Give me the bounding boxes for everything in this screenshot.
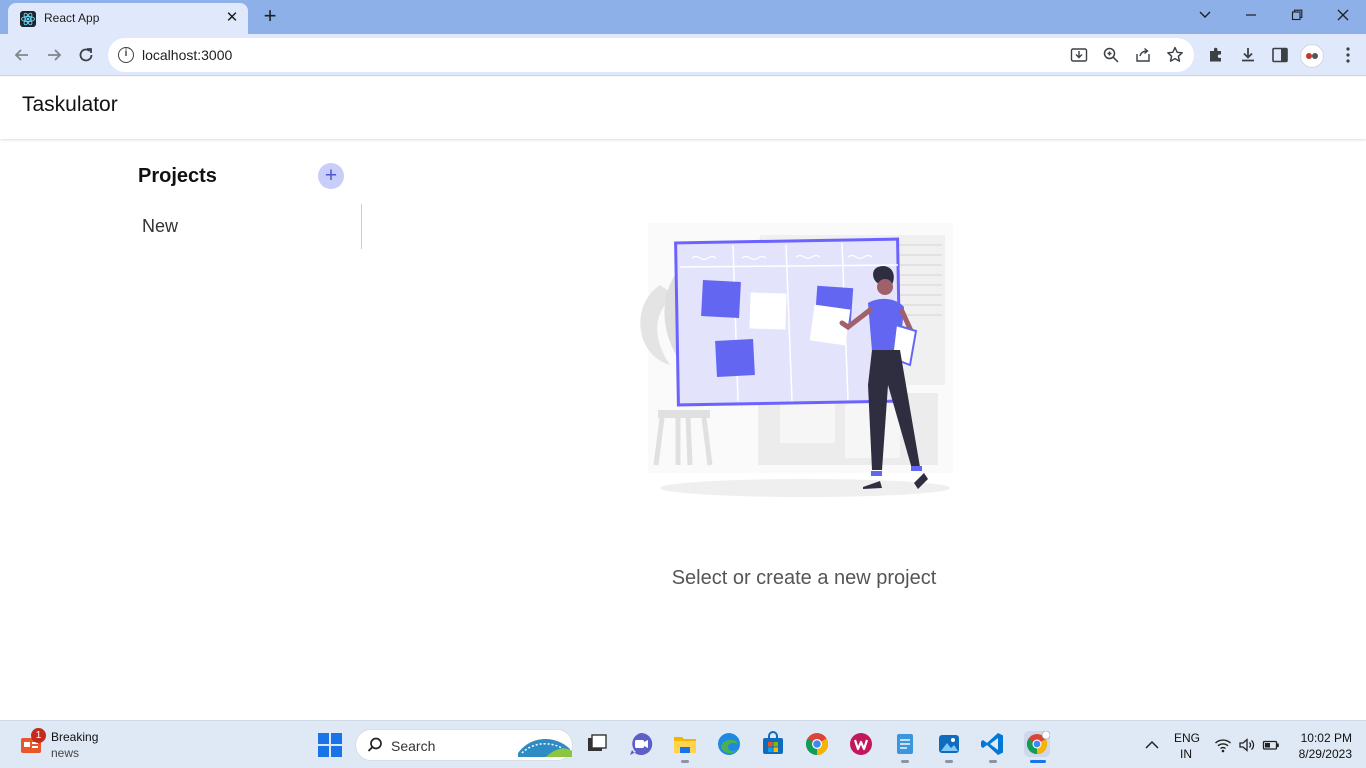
language-region: IN — [1180, 747, 1192, 761]
tab-close-icon[interactable]: ✕ — [222, 8, 242, 28]
extensions-icon[interactable] — [1206, 45, 1226, 65]
address-bar[interactable]: i localhost:3000 — [108, 38, 1194, 72]
chrome-icon[interactable] — [804, 731, 830, 757]
wifi-icon[interactable] — [1214, 736, 1232, 754]
app-header: Taskulator — [0, 77, 1366, 139]
news-title: Breaking — [51, 730, 99, 744]
windows-start-icon[interactable] — [318, 733, 342, 757]
search-highlight-art-icon — [518, 738, 572, 757]
projects-sidebar: Projects + New — [138, 160, 362, 250]
forward-icon[interactable] — [40, 41, 68, 69]
news-subtitle: news — [51, 746, 80, 760]
minimize-icon[interactable] — [1237, 4, 1265, 28]
chrome-active-indicator — [1030, 760, 1046, 763]
notepad-icon[interactable] — [892, 731, 918, 757]
sidebar-divider — [361, 204, 362, 249]
microsoft-store-icon[interactable] — [760, 731, 786, 757]
volume-icon[interactable] — [1238, 736, 1256, 754]
share-icon[interactable] — [1133, 45, 1153, 65]
explorer-running-indicator — [681, 760, 689, 763]
edge-browser-icon[interactable] — [716, 731, 742, 757]
tab-title: React App — [44, 11, 100, 25]
restore-icon[interactable] — [1283, 4, 1311, 28]
show-hidden-icons-chevron-icon[interactable] — [1143, 736, 1161, 754]
language-code: ENG — [1174, 731, 1201, 745]
empty-state-illustration — [640, 223, 953, 497]
profile-avatar[interactable] — [1300, 44, 1324, 68]
app-title: Taskulator — [22, 93, 118, 116]
photos-running-indicator — [945, 760, 953, 763]
react-favicon-icon — [20, 11, 36, 27]
browser-toolbar: i localhost:3000 — [0, 34, 1366, 76]
search-icon — [367, 737, 382, 752]
tab-search-chevron-icon[interactable] — [1191, 4, 1219, 28]
notepad-running-indicator — [901, 760, 909, 763]
side-panel-icon[interactable] — [1270, 45, 1290, 65]
file-explorer-icon[interactable] — [672, 731, 698, 757]
browser-titlebar: React App ✕ + — [0, 0, 1366, 34]
url-text: localhost:3000 — [142, 47, 233, 63]
news-badge: 1 — [31, 728, 46, 743]
language-indicator[interactable]: ENG IN — [1174, 730, 1201, 762]
clock-time: 10:02 PM — [1300, 731, 1352, 745]
search-placeholder: Search — [391, 738, 436, 754]
browser-tab[interactable]: React App ✕ — [8, 3, 248, 34]
taskbar-search[interactable]: Search — [355, 729, 573, 761]
install-app-icon[interactable] — [1069, 45, 1089, 65]
vscode-running-indicator — [989, 760, 997, 763]
projects-heading: Projects — [138, 165, 217, 187]
chrome-active-icon[interactable] — [1024, 730, 1051, 757]
new-tab-icon[interactable]: + — [258, 5, 282, 29]
browser-menu-icon[interactable] — [1334, 41, 1362, 69]
clock-date: 8/29/2023 — [1298, 747, 1352, 761]
reload-icon[interactable] — [72, 41, 100, 69]
close-window-icon[interactable] — [1329, 4, 1357, 28]
photos-icon[interactable] — [936, 731, 962, 757]
site-info-icon[interactable]: i — [118, 47, 134, 63]
bookmark-star-icon[interactable] — [1165, 45, 1185, 65]
battery-icon[interactable] — [1262, 736, 1280, 754]
teams-chat-icon[interactable] — [628, 731, 654, 757]
back-icon[interactable] — [8, 41, 36, 69]
windows-taskbar: 1 Breaking news Search ENG IN 10:02 PM 8… — [0, 720, 1366, 768]
downloads-icon[interactable] — [1238, 45, 1258, 65]
add-project-button[interactable]: + — [318, 163, 344, 189]
task-view-icon[interactable] — [584, 731, 610, 757]
system-clock[interactable]: 10:02 PM 8/29/2023 — [1290, 730, 1352, 762]
project-item[interactable]: New — [142, 216, 178, 237]
wps-office-icon[interactable] — [848, 731, 874, 757]
vscode-icon[interactable] — [980, 731, 1006, 757]
zoom-icon[interactable] — [1101, 45, 1121, 65]
empty-state-message: Select or create a new project — [671, 567, 937, 589]
